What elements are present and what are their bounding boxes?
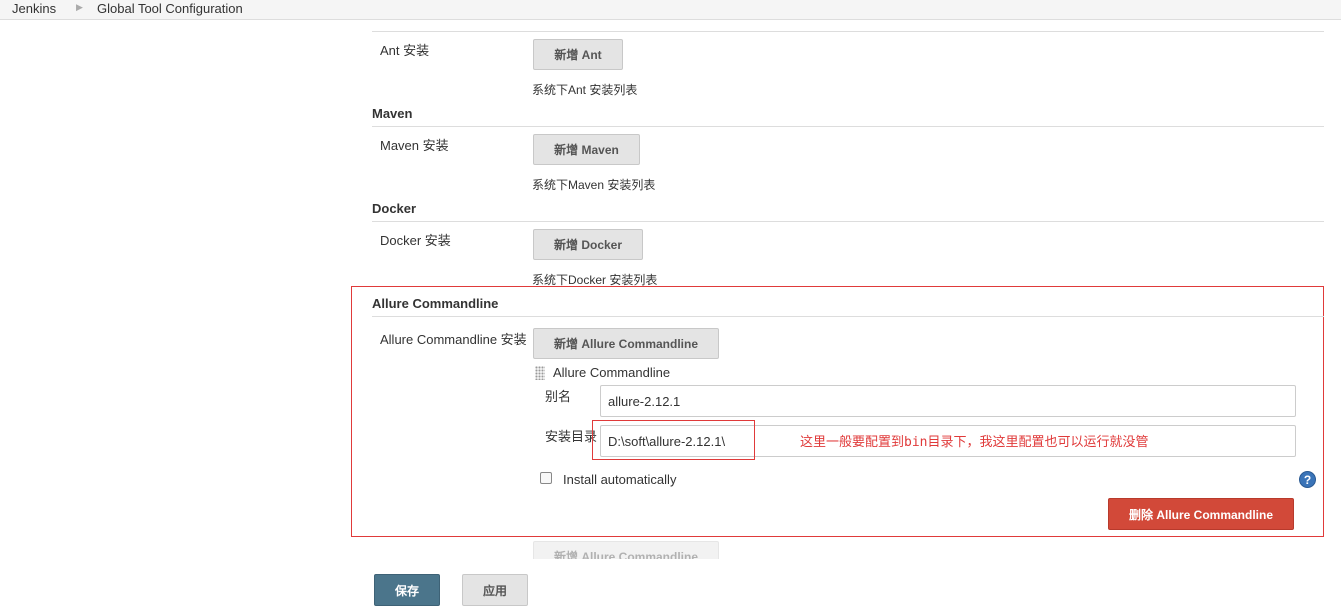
ant-section-rule [372,31,1324,32]
add-allure-button-bottom-wrap: 新增 Allure Commandline [533,541,719,559]
delete-allure-button[interactable]: 删除 Allure Commandline [1108,498,1294,530]
breadcrumb: Jenkins ▶ Global Tool Configuration [0,0,1341,20]
add-ant-button[interactable]: 新增 Ant [533,39,623,70]
allure-name-label: 别名 [545,389,572,404]
allure-home-label: 安装目录 [545,429,598,444]
install-automatically-label[interactable]: Install automatically [563,472,676,487]
help-icon[interactable]: ? [1299,471,1316,488]
docker-install-label: Docker 安装 [380,233,451,248]
allure-install-label: Allure Commandline 安装 [380,332,527,347]
breadcrumb-separator-icon: ▶ [76,2,83,12]
maven-section-rule [372,126,1324,127]
maven-section-title: Maven [372,106,413,121]
annotation-text: 这里一般要配置到bin目录下，我这里配置也可以运行就没管 [800,435,1149,450]
add-docker-button[interactable]: 新增 Docker [533,229,643,260]
ant-description: 系统下Ant 安装列表 [532,83,638,97]
breadcrumb-jenkins-link[interactable]: Jenkins [12,1,56,16]
allure-section-rule [372,316,1324,317]
docker-section-rule [372,221,1324,222]
allure-item-title: Allure Commandline [553,365,671,380]
add-maven-button[interactable]: 新增 Maven [533,134,640,165]
annotation-box [592,420,755,460]
ant-install-label: Ant 安装 [380,43,430,58]
apply-button[interactable]: 应用 [462,574,528,606]
allure-name-input[interactable] [600,385,1296,417]
add-allure-button[interactable]: 新增 Allure Commandline [533,328,719,359]
docker-section-title: Docker [372,201,417,216]
maven-install-label: Maven 安装 [380,138,449,153]
install-automatically-checkbox[interactable] [540,472,552,484]
breadcrumb-current[interactable]: Global Tool Configuration [97,1,243,16]
allure-section-title: Allure Commandline [372,296,499,311]
save-button[interactable]: 保存 [374,574,440,606]
add-allure-button-bottom[interactable]: 新增 Allure Commandline [533,541,719,559]
maven-description: 系统下Maven 安装列表 [532,178,656,192]
drag-handle-icon[interactable] [535,366,545,380]
